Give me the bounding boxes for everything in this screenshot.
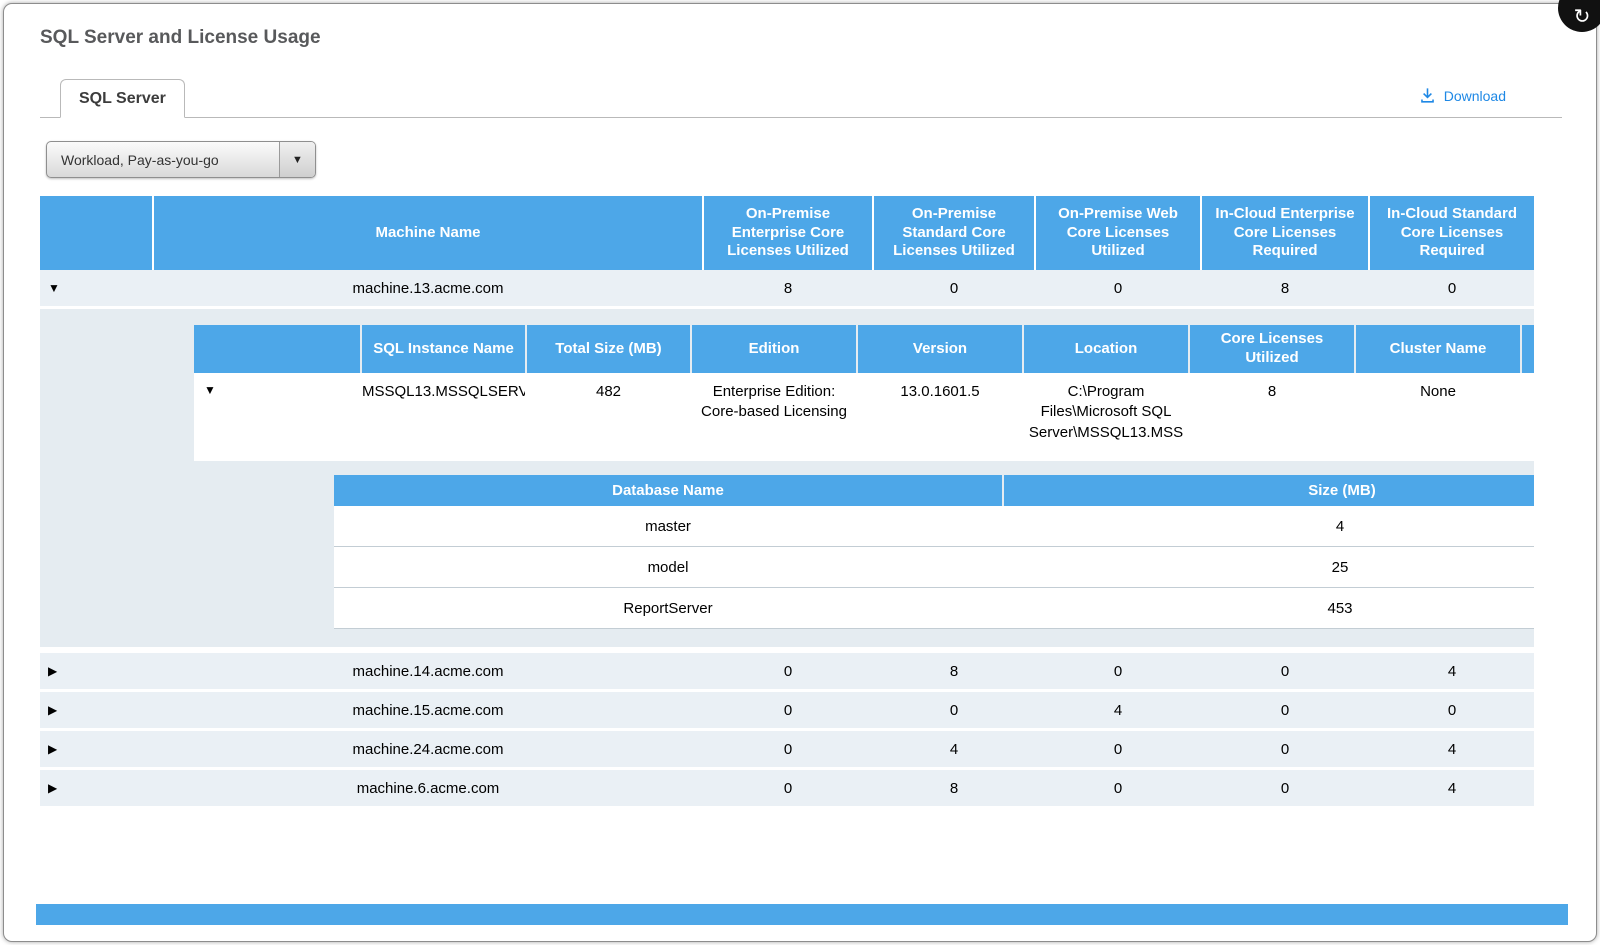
- header-onprem-std: On-Premise Standard Core Licenses Utiliz…: [874, 196, 1034, 270]
- cell-value: 8: [874, 780, 1034, 797]
- instance-version: 13.0.1601.5: [858, 373, 1022, 461]
- expand-icon[interactable]: ▶: [48, 664, 57, 678]
- dropdown-arrow-icon[interactable]: ▼: [279, 142, 315, 177]
- expand-icon[interactable]: ▶: [48, 742, 57, 756]
- cell-value: 0: [1370, 702, 1534, 719]
- instance-table-header: SQL Instance Name Total Size (MB) Editio…: [194, 325, 1534, 373]
- main-table-header: Machine Name On-Premise Enterprise Core …: [40, 196, 1534, 270]
- cell-value: 0: [1036, 663, 1200, 680]
- machine-name: machine.13.acme.com: [154, 280, 702, 297]
- report-panel: SQL Server and License Usage Download SQ…: [3, 3, 1597, 942]
- refresh-icon: ↻: [1574, 4, 1591, 29]
- cell-value: 0: [704, 741, 872, 758]
- instance-location: C:\Program Files\Microsoft SQL Server\MS…: [1024, 373, 1188, 461]
- header-incloud-std: In-Cloud Standard Core Licenses Required: [1370, 196, 1534, 270]
- workload-dropdown[interactable]: Workload, Pay-as-you-go ▼: [46, 141, 316, 178]
- expand-icon[interactable]: ▶: [48, 781, 57, 795]
- cell-value: 0: [1202, 702, 1368, 719]
- table-row-machine-15[interactable]: ▶ machine.15.acme.com 0 0 4 0 0: [40, 692, 1534, 731]
- table-row-machine-6[interactable]: ▶ machine.6.acme.com 0 8 0 0 4: [40, 770, 1534, 809]
- header-machine-name: Machine Name: [154, 196, 702, 270]
- cell-value: 4: [1036, 702, 1200, 719]
- header-incloud-ent: In-Cloud Enterprise Core Licenses Requir…: [1202, 196, 1368, 270]
- instance-header-cluster: Cluster Name: [1356, 325, 1520, 373]
- instance-header-name: SQL Instance Name: [362, 325, 525, 373]
- cell-value: 4: [874, 741, 1034, 758]
- machine-name: machine.15.acme.com: [154, 702, 702, 719]
- cell-value: 0: [1202, 780, 1368, 797]
- db-header-size: Size (MB): [1004, 475, 1534, 506]
- collapse-icon[interactable]: ▼: [204, 383, 216, 397]
- sql-instance-table: SQL Instance Name Total Size (MB) Editio…: [194, 325, 1534, 461]
- db-name: ReportServer: [334, 600, 1002, 617]
- header-expand-col: [40, 196, 152, 270]
- collapse-icon[interactable]: ▼: [48, 281, 60, 295]
- cell-value: 4: [1370, 780, 1534, 797]
- header-onprem-web: On-Premise Web Core Licenses Utilized: [1036, 196, 1200, 270]
- machine-name: machine.14.acme.com: [154, 663, 702, 680]
- cell-value: 0: [704, 780, 872, 797]
- cell-value: 0: [1036, 780, 1200, 797]
- cell-value: 0: [704, 702, 872, 719]
- db-size: 4: [1002, 518, 1534, 535]
- workload-dropdown-value: Workload, Pay-as-you-go: [47, 152, 279, 168]
- instance-clipped-cell: [1522, 373, 1534, 461]
- db-name: model: [334, 559, 1002, 576]
- license-usage-table: Machine Name On-Premise Enterprise Core …: [40, 196, 1534, 809]
- cell-value: 0: [1370, 280, 1534, 297]
- instance-header-core-licenses: Core Licenses Utilized: [1190, 325, 1354, 373]
- instance-header-edition: Edition: [692, 325, 856, 373]
- cell-value: 0: [1036, 741, 1200, 758]
- db-size: 25: [1002, 559, 1534, 576]
- instance-header-expand-col: [194, 325, 360, 373]
- tab-strip: SQL Server: [40, 80, 1562, 118]
- cell-value: 0: [1202, 741, 1368, 758]
- cell-value: 8: [704, 280, 872, 297]
- instance-core-licenses: 8: [1190, 373, 1354, 461]
- cell-value: 0: [874, 280, 1034, 297]
- database-table: Database Name Size (MB) master 4 model 2…: [334, 475, 1534, 629]
- db-name: master: [334, 518, 1002, 535]
- cell-value: 0: [1202, 663, 1368, 680]
- cell-value: 8: [1202, 280, 1368, 297]
- database-row[interactable]: master 4: [334, 506, 1534, 547]
- cell-value: 4: [1370, 663, 1534, 680]
- machine-name: machine.24.acme.com: [154, 741, 702, 758]
- database-row[interactable]: ReportServer 453: [334, 588, 1534, 629]
- machine-name: machine.6.acme.com: [154, 780, 702, 797]
- db-header-name: Database Name: [334, 475, 1002, 506]
- cell-value: 0: [704, 663, 872, 680]
- header-onprem-ent: On-Premise Enterprise Core Licenses Util…: [704, 196, 872, 270]
- instance-name: MSSQL13.MSSQLSERVER: [362, 373, 525, 461]
- table-row-machine-14[interactable]: ▶ machine.14.acme.com 0 8 0 0 4: [40, 653, 1534, 692]
- footer-bar: [36, 904, 1568, 925]
- instance-header-version: Version: [858, 325, 1022, 373]
- page-title: SQL Server and License Usage: [40, 27, 321, 49]
- expand-icon[interactable]: ▶: [48, 703, 57, 717]
- instance-header-size: Total Size (MB): [527, 325, 690, 373]
- cell-value: 8: [874, 663, 1034, 680]
- db-size: 453: [1002, 600, 1534, 617]
- cell-value: 0: [1036, 280, 1200, 297]
- instance-edition: Enterprise Edition: Core-based Licensing: [692, 373, 856, 461]
- cell-value: 4: [1370, 741, 1534, 758]
- instance-row[interactable]: ▼ MSSQL13.MSSQLSERVER 482 Enterprise Edi…: [194, 373, 1534, 461]
- table-row-machine-24[interactable]: ▶ machine.24.acme.com 0 4 0 0 4: [40, 731, 1534, 770]
- machine-13-detail: SQL Instance Name Total Size (MB) Editio…: [40, 309, 1534, 653]
- instance-header-location: Location: [1024, 325, 1188, 373]
- instance-cluster: None: [1356, 373, 1520, 461]
- tab-sql-server[interactable]: SQL Server: [60, 79, 185, 118]
- database-table-header: Database Name Size (MB): [334, 475, 1534, 506]
- instance-header-clipped-col: [1522, 325, 1534, 373]
- database-row[interactable]: model 25: [334, 547, 1534, 588]
- cell-value: 0: [874, 702, 1034, 719]
- table-row-machine-13[interactable]: ▼ machine.13.acme.com 8 0 0 8 0: [40, 270, 1534, 309]
- instance-total-size: 482: [527, 373, 690, 461]
